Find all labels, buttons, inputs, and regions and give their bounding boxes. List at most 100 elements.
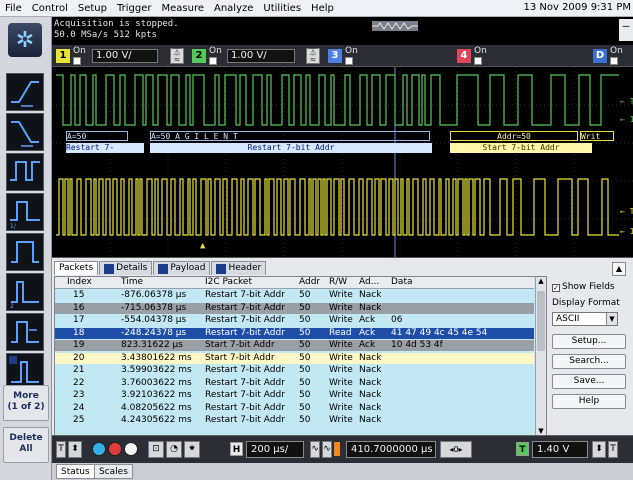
table-row[interactable]: 15 -876.06378 µs Restart 7-bit Addr 50 Write…	[55, 290, 534, 301]
channel-1-button[interactable]: 1	[56, 49, 70, 63]
delay-mode-icon[interactable]: ∿	[310, 441, 320, 458]
channel-2-button[interactable]: 2	[192, 49, 206, 63]
setup-button[interactable]: Setup...	[552, 334, 626, 349]
up-down-spinner-icon[interactable]: ⬍	[68, 441, 82, 458]
green-ground-marker: ← 1	[620, 115, 633, 124]
cell-rw: Write	[329, 315, 353, 325]
clear-display-icon[interactable]: ◔	[166, 441, 182, 458]
default-setup-icon[interactable]: ✷	[184, 441, 200, 458]
table-row[interactable]: 22 3.76003622 ms Restart 7-bit Addr 50 Write…	[55, 378, 534, 389]
timebase-value[interactable]: 200 µs/	[246, 441, 304, 458]
cell-rw: Write	[329, 390, 353, 400]
show-fields-checkbox[interactable]: ✓ Show Fields	[552, 282, 615, 292]
table-row[interactable]: 18 -248.24378 µs Restart 7-bit Addr 50 Read A…	[55, 327, 534, 339]
trigger-level-spinner-icon[interactable]: ⬍	[592, 441, 606, 458]
col-index[interactable]: Index	[67, 277, 92, 288]
cell-index: 16	[73, 302, 85, 313]
channel-4-button[interactable]: 4	[457, 49, 471, 63]
channel-3-button[interactable]: 3	[328, 49, 342, 63]
tab-status[interactable]: Status	[56, 464, 95, 479]
menu-setup[interactable]: Setup	[73, 3, 112, 14]
menu-utilities[interactable]: Utilities	[258, 3, 306, 14]
falling-edge-trigger-button[interactable]	[6, 113, 44, 151]
menu-trigger[interactable]: Trigger	[112, 3, 157, 14]
channel-2-scale[interactable]: 1.00 V/	[227, 49, 295, 63]
channel-2-on-toggle[interactable]: On	[209, 47, 222, 68]
expand-lister-button[interactable]: ▲	[612, 262, 626, 276]
tab-header[interactable]: Header	[211, 261, 267, 275]
menu-analyze[interactable]: Analyze	[209, 3, 258, 14]
search-button[interactable]: Search...	[552, 354, 626, 369]
table-row[interactable]: 21 3.59903622 ms Restart 7-bit Addr 50 Write…	[55, 365, 534, 376]
menu-measure[interactable]: Measure	[157, 3, 210, 14]
rising-slope-icon	[11, 81, 39, 107]
tab-payload[interactable]: Payload	[153, 261, 211, 275]
scroll-up-icon[interactable]: ▲	[536, 277, 546, 285]
autoscale-icon[interactable]: ⊡	[148, 441, 164, 458]
menu-control[interactable]: Control	[27, 3, 73, 14]
digital-on-toggle[interactable]: On	[610, 47, 623, 68]
setup-hold-trigger-button[interactable]: 2	[6, 273, 44, 311]
checkmark-icon: ✓	[552, 284, 560, 292]
table-row[interactable]: 19 823.31622 µs Start 7-bit Addr 50 Write Ack…	[55, 340, 534, 351]
channel-4-on-toggle[interactable]: On	[474, 47, 487, 68]
cell-index: 18	[73, 327, 85, 338]
run-control-icon[interactable]	[92, 442, 106, 456]
stop-icon[interactable]	[108, 442, 122, 456]
acquisition-state-text: Acquisition is stopped.	[54, 19, 179, 29]
col-data[interactable]: Data	[391, 277, 413, 288]
save-button[interactable]: Save...	[552, 374, 626, 389]
display-format-select[interactable]: ASCII ▼	[552, 312, 618, 326]
channel-3-on-toggle[interactable]: On	[345, 47, 358, 68]
table-row[interactable]: 24 4.08205622 ms Restart 7-bit Addr 50 Write…	[55, 403, 534, 414]
pattern-trigger-button[interactable]: 1/	[6, 193, 44, 231]
delete-all-button[interactable]: Delete All	[3, 427, 49, 463]
col-addr[interactable]: Addr	[299, 277, 320, 288]
col-ack[interactable]: Ad...	[359, 277, 379, 288]
scroll-down-icon[interactable]: ▼	[536, 427, 546, 435]
col-time[interactable]: Time	[121, 277, 143, 288]
runt-trigger-button[interactable]	[6, 313, 44, 351]
more-button[interactable]: More (1 of 2)	[3, 385, 49, 421]
decode-write-tag: Writ	[580, 131, 614, 141]
table-row[interactable]: 16 -715.06378 µs Restart 7-bit Addr 50 Write…	[55, 302, 534, 314]
horizontal-badge: H	[230, 442, 243, 456]
cell-addr: 50	[299, 402, 311, 413]
col-rw[interactable]: R/W	[329, 277, 347, 288]
status-tabs: Status Scales	[52, 463, 633, 480]
reference-icon[interactable]: ∿	[322, 441, 332, 458]
table-row[interactable]: 23 3.92103622 ms Restart 7-bit Addr 50 Write…	[55, 390, 534, 401]
tab-packets-label: Packets	[59, 263, 94, 273]
tab-packets[interactable]: Packets	[54, 261, 99, 275]
table-scrollbar[interactable]: ▲ ▼	[535, 277, 546, 435]
time-reference-marker: ▲	[200, 241, 206, 251]
delay-value[interactable]: 410.7000000 µs	[346, 441, 436, 458]
scroll-thumb[interactable]	[537, 291, 545, 351]
menu-file[interactable]: File	[0, 3, 27, 14]
channel-2-settings-icon[interactable]: ⏄ ≈	[306, 48, 320, 64]
trigger-level-value[interactable]: 1.40 V	[532, 441, 588, 458]
help-button[interactable]: Help	[552, 394, 626, 409]
col-packet[interactable]: I2C Packet	[205, 277, 252, 288]
channel-1-on-toggle[interactable]: On	[73, 47, 86, 68]
table-row[interactable]: 20 3.43801622 ms Start 7-bit Addr 50 Write Na…	[55, 352, 534, 364]
pulse-width-trigger-button[interactable]	[6, 153, 44, 191]
cell-packet: Restart 7-bit Addr	[205, 290, 285, 300]
minimize-button[interactable]: –	[619, 19, 633, 41]
menu-help[interactable]: Help	[306, 3, 339, 14]
timeout-trigger-button[interactable]	[6, 233, 44, 271]
tab-details[interactable]: Details	[99, 261, 153, 275]
yellow-waveform	[56, 178, 619, 236]
tab-scales[interactable]: Scales	[94, 464, 133, 479]
table-row[interactable]: 17 -554.04378 µs Restart 7-bit Addr 50 Write…	[55, 315, 534, 326]
waveform-display[interactable]: A=50 A=50 A G I L E N T Addr=50 Writ Res…	[52, 67, 633, 257]
table-row[interactable]: 25 4.24305622 ms Restart 7-bit Addr 50 Write…	[55, 415, 534, 426]
cell-addr: 50	[299, 365, 311, 375]
channel-1-scale[interactable]: 1.00 V/	[92, 49, 158, 63]
delay-nav-control[interactable]: ◂0▸	[440, 441, 472, 458]
cell-packet: Restart 7-bit Addr	[205, 302, 285, 313]
channel-1-settings-icon[interactable]: ⏄ ≈	[170, 48, 184, 64]
digital-channels-button[interactable]: D	[593, 49, 607, 63]
rising-edge-trigger-button[interactable]	[6, 73, 44, 111]
single-icon[interactable]	[124, 442, 138, 456]
